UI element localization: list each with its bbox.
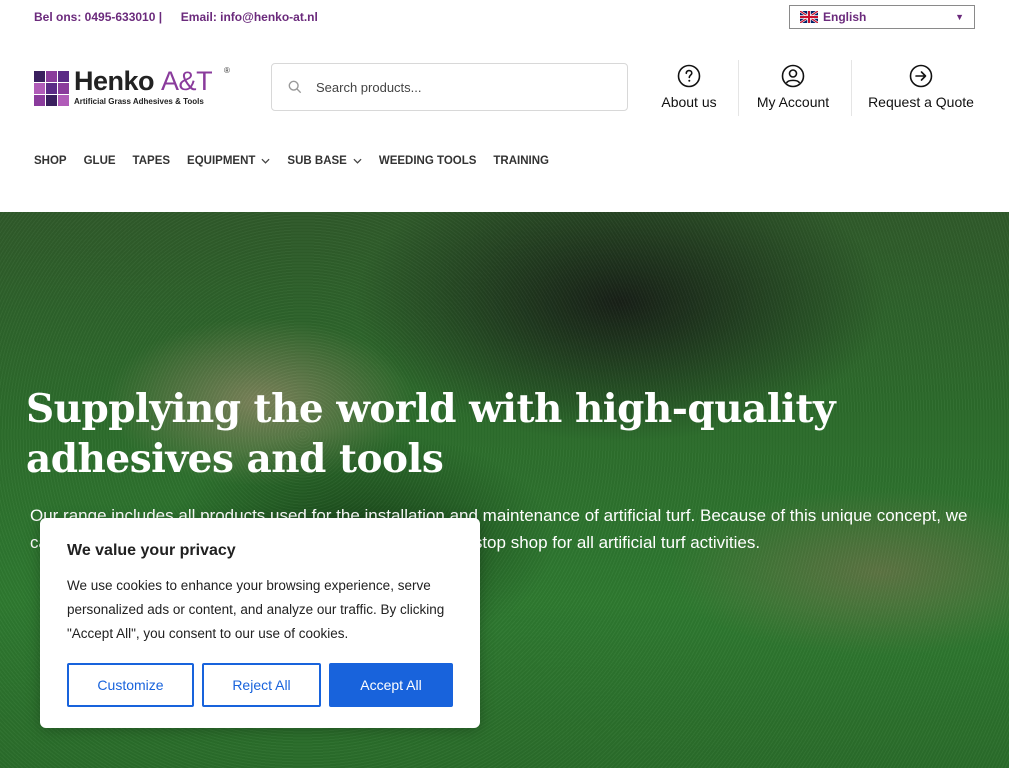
logo-mark-icon [34,71,69,106]
phone-link[interactable]: Bel ons: 0495-633010 | [34,10,162,24]
nav-item-tapes[interactable]: TAPES [133,155,171,167]
logo-text: Henko A&T [74,66,213,97]
nav-item-shop[interactable]: SHOP [34,155,67,167]
request-quote-label: Request a Quote [868,94,974,110]
request-quote-link[interactable]: Request a Quote [866,64,976,116]
cookie-title: We value your privacy [67,542,236,559]
nav-item-weeding-tools[interactable]: WEEDING TOOLS [379,155,477,167]
header-divider [851,60,852,116]
nav-item-equipment-label: EQUIPMENT [187,155,256,167]
customize-button[interactable]: Customize [67,663,194,707]
dropdown-arrow-icon: ▼ [955,12,964,22]
nav-item-sub-base-label: SUB BASE [287,155,347,167]
site-logo[interactable]: Henko A&T ® Artificial Grass Adhesives &… [34,66,234,108]
chevron-down-icon [353,158,362,164]
chevron-down-icon [261,158,270,164]
search-icon [288,80,302,94]
my-account-label: My Account [756,94,830,110]
nav-item-sub-base[interactable]: SUB BASE [287,155,362,167]
my-account-link[interactable]: My Account [753,64,833,116]
contact-info: Bel ons: 0495-633010 | Email: info@henko… [34,10,318,24]
logo-name-accent: A&T [161,66,213,96]
hero-title: Supplying the world with high-quality ad… [26,386,836,482]
language-label: English [823,10,867,24]
logo-tagline: Artificial Grass Adhesives & Tools [74,97,204,106]
top-bar: Bel ons: 0495-633010 | Email: info@henko… [0,0,1024,36]
about-us-link[interactable]: About us [656,64,722,116]
header-divider [738,60,739,116]
about-us-label: About us [661,94,717,110]
main-nav: SHOP GLUE TAPES EQUIPMENT SUB BASE WEEDI… [34,155,566,167]
cookie-body: We use cookies to enhance your browsing … [67,578,445,641]
cookie-actions: Customize Reject All Accept All [67,663,453,707]
logo-name: Henko [74,66,155,96]
language-selector[interactable]: English ▼ [789,5,975,29]
logo-registered-mark: ® [224,66,230,75]
arrow-right-circle-icon [909,64,933,88]
nav-item-training[interactable]: TRAINING [493,155,549,167]
cookie-consent-dialog: We value your privacy We use cookies to … [40,518,480,728]
product-search [271,63,628,111]
uk-flag-icon [799,10,819,24]
user-circle-icon [781,64,805,88]
email-link[interactable]: Email: info@henko-at.nl [181,10,318,24]
search-input[interactable] [316,79,596,95]
nav-item-glue[interactable]: GLUE [84,155,116,167]
accept-all-button[interactable]: Accept All [329,663,453,707]
nav-item-equipment[interactable]: EQUIPMENT [187,155,270,167]
question-circle-icon [677,64,701,88]
reject-all-button[interactable]: Reject All [202,663,321,707]
